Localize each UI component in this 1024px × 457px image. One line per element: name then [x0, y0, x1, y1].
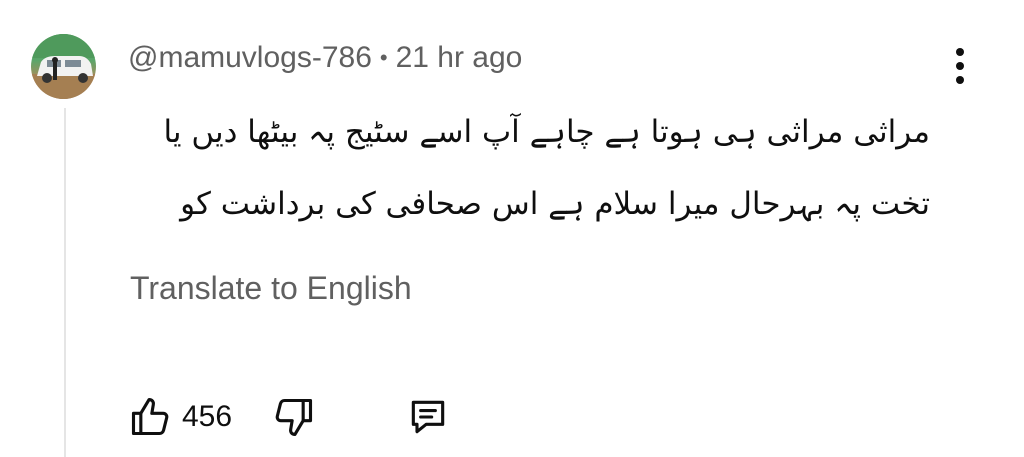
- comment-header: @mamuvlogs-786 • 21 hr ago: [128, 38, 522, 78]
- separator-dot: •: [379, 45, 388, 70]
- menu-dot: [956, 76, 964, 84]
- menu-dot: [956, 62, 964, 70]
- translate-button[interactable]: Translate to English: [130, 270, 412, 307]
- author-name[interactable]: @mamuvlogs-786: [128, 41, 372, 75]
- comment-actions: 456: [128, 392, 450, 442]
- comment-text: مراثی مراثی ہی ہوتا ہے چاہے آپ اسے سٹیج …: [120, 96, 930, 240]
- thread-line: [64, 108, 66, 457]
- comment-time[interactable]: 21 hr ago: [396, 41, 523, 75]
- comment-reply-icon[interactable]: [406, 395, 450, 439]
- avatar[interactable]: [31, 34, 96, 99]
- more-vert-icon[interactable]: [944, 44, 976, 88]
- comment-line-2: تخت پہ بہرحال میرا سلام ہے اس صحافی کی ب…: [180, 186, 930, 222]
- comment-line-1: مراثی مراثی ہی ہوتا ہے چاہے آپ اسے سٹیج …: [163, 114, 930, 150]
- thumb-up-icon[interactable]: [128, 395, 172, 439]
- menu-dot: [956, 48, 964, 56]
- thumb-down-icon[interactable]: [272, 395, 316, 439]
- like-count: 456: [182, 400, 233, 433]
